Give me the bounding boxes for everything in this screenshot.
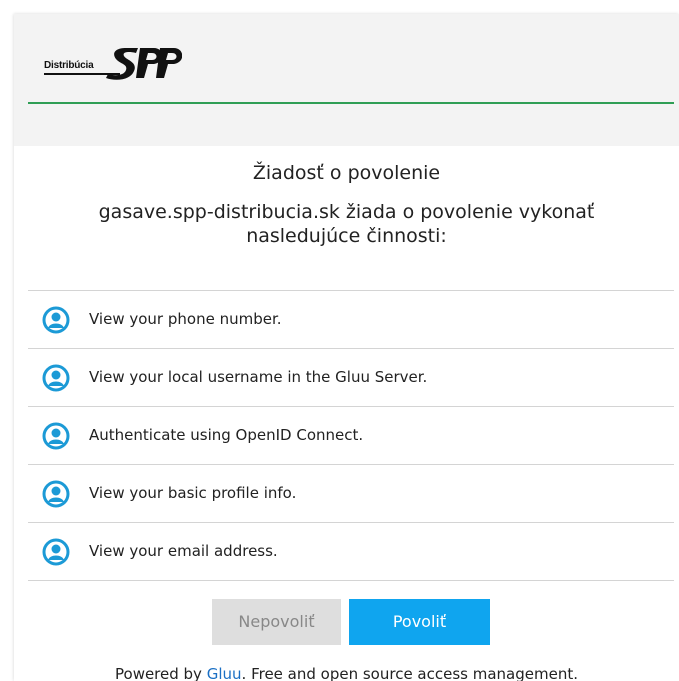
permission-list: View your phone number. View your local … (28, 290, 674, 581)
allow-button[interactable]: Povoliť (349, 599, 490, 645)
user-icon (42, 364, 70, 392)
permission-label: View your phone number. (89, 310, 282, 328)
user-icon (42, 480, 70, 508)
spp-logo-icon (106, 48, 182, 80)
page-header: Distribúcia (14, 14, 679, 146)
permission-item: View your local username in the Gluu Ser… (28, 349, 674, 407)
deny-button[interactable]: Nepovoliť (212, 599, 341, 645)
gluu-link[interactable]: Gluu (207, 665, 242, 681)
permission-item: View your phone number. (28, 291, 674, 349)
user-icon (42, 538, 70, 566)
page-subtitle: gasave.spp-distribucia.sk žiada o povole… (98, 201, 595, 247)
user-icon (42, 422, 70, 450)
logo-text: Distribúcia (44, 60, 94, 71)
spp-logo: Distribúcia (44, 44, 184, 82)
header-divider (28, 102, 674, 104)
permission-label: View your basic profile info. (89, 484, 297, 502)
powered-by-footer: Powered by Gluu. Free and open source ac… (14, 665, 679, 681)
footer-suffix: . Free and open source access management… (241, 665, 578, 681)
permission-label: Authenticate using OpenID Connect. (89, 426, 364, 444)
permission-item: Authenticate using OpenID Connect. (28, 407, 674, 465)
permission-label: View your email address. (89, 542, 278, 560)
user-icon (42, 306, 70, 334)
permission-item: View your basic profile info. (28, 465, 674, 523)
permission-item: View your email address. (28, 523, 674, 581)
permission-label: View your local username in the Gluu Ser… (89, 368, 428, 386)
page-title: Žiadosť o povolenie (252, 162, 441, 184)
footer-prefix: Powered by (115, 665, 207, 681)
consent-page: Distribúcia Žiadosť o povolenie gasave.s… (14, 14, 679, 681)
